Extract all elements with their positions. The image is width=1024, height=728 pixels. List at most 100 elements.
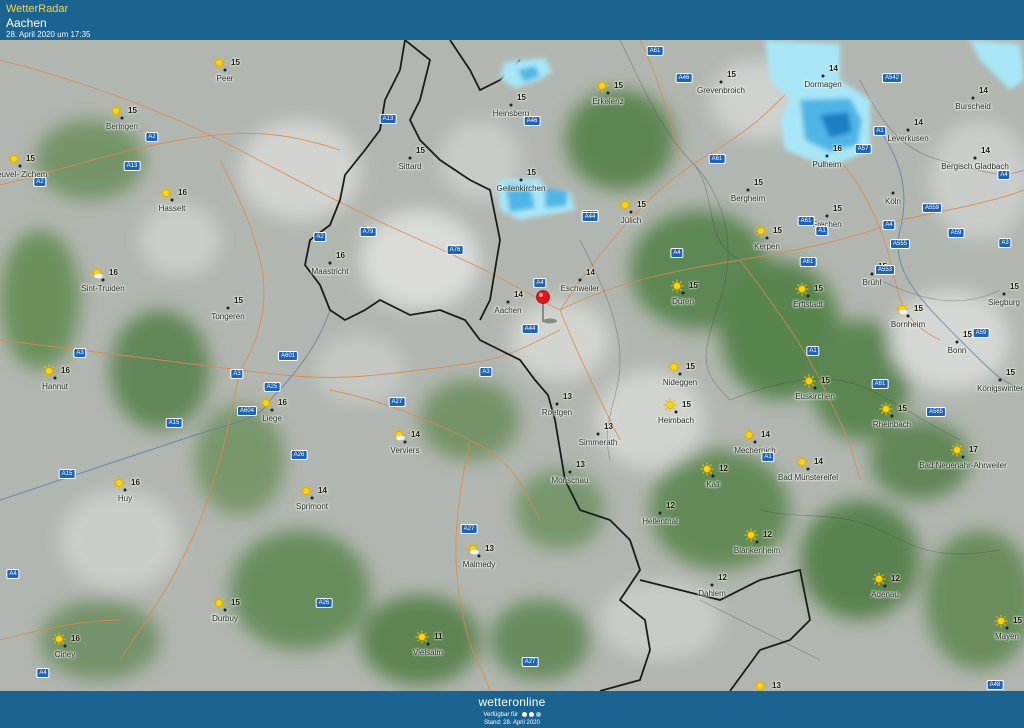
city-label[interactable]: Königswinter <box>977 384 1023 393</box>
city-label[interactable]: Erftstadt <box>793 300 823 309</box>
city-label[interactable]: Eschweiler <box>561 284 600 293</box>
sun-icon <box>212 596 226 610</box>
motorway-shield: A27 <box>521 657 539 667</box>
motorway-shield: A15 <box>58 469 76 479</box>
city-label[interactable]: Mayen <box>995 632 1019 641</box>
sun-icon <box>795 282 809 296</box>
location-pin-icon[interactable] <box>535 288 565 328</box>
motorway-shield: A4 <box>670 248 684 258</box>
city-label[interactable]: Siegburg <box>988 298 1020 307</box>
city-label[interactable]: Liege <box>262 414 282 423</box>
temperature-label: 15 <box>637 200 646 209</box>
city-label[interactable]: Erkelenz <box>592 97 623 106</box>
city-label[interactable]: Bergheim <box>731 194 765 203</box>
city-label[interactable]: Huy <box>118 494 132 503</box>
temperature-label: 13 <box>563 392 572 401</box>
location-title: Aachen <box>6 16 47 30</box>
edition-date: Stand: 28. April 2020 <box>484 720 540 726</box>
city-label[interactable]: Dormagen <box>804 80 841 89</box>
city-label[interactable]: Tongeren <box>211 312 244 321</box>
sun-icon <box>994 614 1008 628</box>
city-label[interactable]: Pulheim <box>813 160 842 169</box>
sun-icon <box>42 364 56 378</box>
sun-icon <box>663 398 677 412</box>
city-dot <box>719 80 723 84</box>
city-label[interactable]: Düren <box>672 297 694 306</box>
city-label[interactable]: Simmerath <box>579 438 618 447</box>
temperature-label: 12 <box>719 464 728 473</box>
city-label[interactable]: Beringen <box>106 122 138 131</box>
motorway-shield: A601 <box>277 351 299 361</box>
city-label[interactable]: Malmedy <box>463 560 495 569</box>
temperature-label: 14 <box>979 86 988 95</box>
temperature-label: 16 <box>336 251 345 260</box>
temperature-label: 13 <box>604 422 613 431</box>
city-label[interactable]: Hannut <box>42 382 68 391</box>
motorway-shield: A76 <box>446 245 464 255</box>
city-label[interactable]: Nideggen <box>663 378 697 387</box>
city-dot <box>506 300 510 304</box>
motorway-shield: A26 <box>315 598 333 608</box>
city-label[interactable]: Hasselt <box>159 204 186 213</box>
city-label[interactable]: Burscheid <box>955 102 991 111</box>
city-label[interactable]: Kall <box>706 480 719 489</box>
city-label[interactable]: Heimbach <box>658 416 694 425</box>
motorway-shield: A61 <box>799 257 817 267</box>
temperature-label: 12 <box>891 574 900 583</box>
city-dot <box>226 306 230 310</box>
temperature-label: 16 <box>61 366 70 375</box>
sun-icon <box>872 572 886 586</box>
city-label[interactable]: Monschau <box>552 476 589 485</box>
city-label[interactable]: Ciney <box>55 650 75 659</box>
wetteronline-logo[interactable]: wetteronline <box>0 696 1024 709</box>
radar-map[interactable]: Peer15Beringen15heuvel- Zichem15Hasselt1… <box>0 40 1024 691</box>
platform-dot-icon <box>535 711 541 717</box>
temperature-label: 15 <box>727 70 736 79</box>
city-label[interactable]: Durbuy <box>212 614 238 623</box>
city-label[interactable]: Bornheim <box>891 320 925 329</box>
sun-icon <box>299 484 313 498</box>
temperature-label: 15 <box>26 154 35 163</box>
city-label[interactable]: Blankenheim <box>734 546 780 555</box>
city-label[interactable]: Aachen <box>494 306 521 315</box>
sun-icon <box>159 186 173 200</box>
city-label[interactable]: Dahlem <box>698 589 726 598</box>
city-label[interactable]: Vielsalm <box>413 648 443 657</box>
city-label[interactable]: Grevenbroich <box>697 86 745 95</box>
city-label[interactable]: Jülich <box>621 216 641 225</box>
temperature-label: 14 <box>914 118 923 127</box>
motorway-shield: A1 <box>873 126 887 136</box>
motorway-shield: A565 <box>925 407 947 417</box>
city-label[interactable]: Hellenthal <box>642 517 678 526</box>
city-label[interactable]: Peer <box>217 74 234 83</box>
city-label[interactable]: Bonn <box>948 346 967 355</box>
city-label[interactable]: Sint-Truiden <box>81 284 124 293</box>
city-label[interactable]: Sittard <box>398 162 421 171</box>
city-label[interactable]: Verviers <box>391 446 420 455</box>
sun-icon <box>700 462 714 476</box>
temperature-label: 15 <box>128 106 137 115</box>
sun-icon <box>259 396 273 410</box>
city-label[interactable]: Sprimont <box>296 502 328 511</box>
city-label[interactable]: Maastricht <box>312 267 349 276</box>
city-label[interactable]: Geilenkirchen <box>497 184 546 193</box>
city-label[interactable]: Kerpen <box>754 242 780 251</box>
city-label[interactable]: Brühl <box>863 278 882 287</box>
city-label[interactable]: Leverkusen <box>887 134 928 143</box>
sun-icon <box>742 428 756 442</box>
city-label[interactable]: Roetgen <box>542 408 572 417</box>
city-dot <box>870 272 874 276</box>
city-label[interactable]: Adenau <box>871 590 899 599</box>
city-label[interactable]: Köln <box>885 197 901 206</box>
temperature-label: 17 <box>969 445 978 454</box>
city-label[interactable]: Bad Münstereifel <box>778 473 838 482</box>
motorway-shield: A1 <box>806 346 820 356</box>
temperature-label: 15 <box>517 93 526 102</box>
sun-icon <box>879 402 893 416</box>
city-dot <box>568 470 572 474</box>
sun-icon <box>109 104 123 118</box>
city-label[interactable]: Bad Neuenahr-Ahrweiler <box>919 461 1007 470</box>
city-label[interactable]: Euskirchen <box>795 392 835 401</box>
temperature-label: 15 <box>833 204 842 213</box>
city-label[interactable]: Rheinbach <box>873 420 911 429</box>
